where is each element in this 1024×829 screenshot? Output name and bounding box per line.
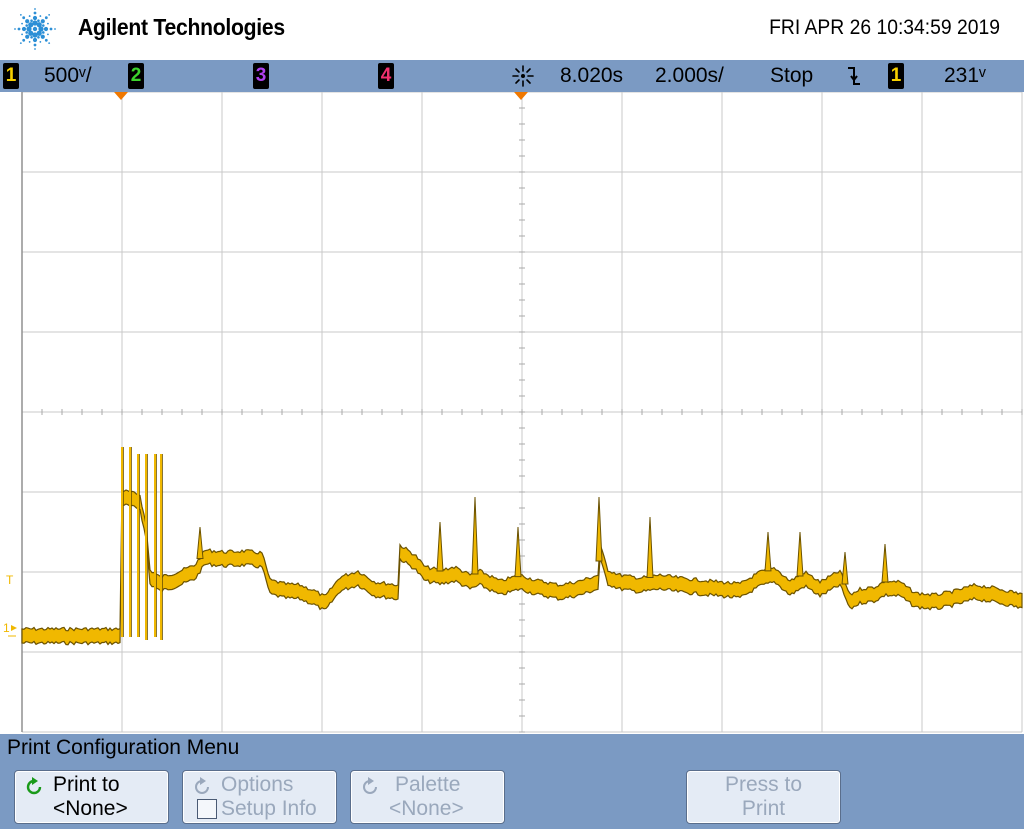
options-softkey[interactable]: Options Setup Info [182, 770, 337, 824]
trigger-source-button[interactable]: 1 [888, 63, 904, 89]
palette-softkey[interactable]: Palette <None> [350, 770, 505, 824]
channel-1-button[interactable]: 1 [3, 63, 19, 89]
trigger-level-marker: T [6, 573, 14, 587]
falling-edge-icon [848, 67, 860, 85]
menu-title: Print Configuration Menu [7, 736, 240, 759]
channel-4-button[interactable]: 4 [378, 63, 394, 89]
waveform-display[interactable]: T 1 [0, 92, 1024, 734]
graticule-grid [21, 92, 1023, 733]
status-bar: 1 500ᵛ/ 2 3 4 8.020s 2.000s/ Stop 1 231ᵛ [0, 60, 1024, 92]
acquire-spark-icon [512, 65, 534, 87]
press-to-print-softkey[interactable]: Press to Print [686, 770, 841, 824]
left-edge-marker-icon [114, 92, 128, 100]
print-to-value: <None> [53, 797, 128, 820]
rotate-knob-icon [363, 777, 377, 794]
print-to-label: Print to [53, 773, 120, 796]
run-state[interactable]: Stop [770, 63, 813, 89]
channel-3-button[interactable]: 3 [253, 63, 269, 89]
date-time: FRI APR 26 10:34:59 2019 [769, 16, 1000, 39]
channel-1-ground-marker: 1 [3, 621, 10, 635]
setup-info-label: Setup Info [221, 797, 317, 820]
channel-1-scale: 500ᵛ/ [44, 64, 92, 87]
time-delay: 8.020s [560, 64, 624, 87]
agilent-spark-logo-icon [14, 8, 56, 50]
time-scale: 2.000s/ [655, 64, 724, 87]
rotate-knob-icon [195, 777, 209, 794]
press-to-print-line2: Print [741, 797, 786, 820]
trigger-position-marker-icon [514, 92, 528, 100]
press-to-print-line1: Press to [724, 773, 803, 796]
palette-label: Palette [395, 773, 461, 796]
setup-info-checkbox[interactable] [197, 799, 217, 819]
channel-2-button[interactable]: 2 [128, 63, 144, 89]
palette-value: <None> [389, 797, 464, 820]
ground-arrow-icon [11, 625, 17, 631]
options-label: Options [221, 773, 294, 796]
print-to-softkey[interactable]: Print to <None> [14, 770, 169, 824]
rotate-knob-icon [26, 777, 42, 795]
trigger-level: 231ᵛ [944, 64, 986, 87]
brand-name: Agilent Technologies [78, 14, 285, 40]
